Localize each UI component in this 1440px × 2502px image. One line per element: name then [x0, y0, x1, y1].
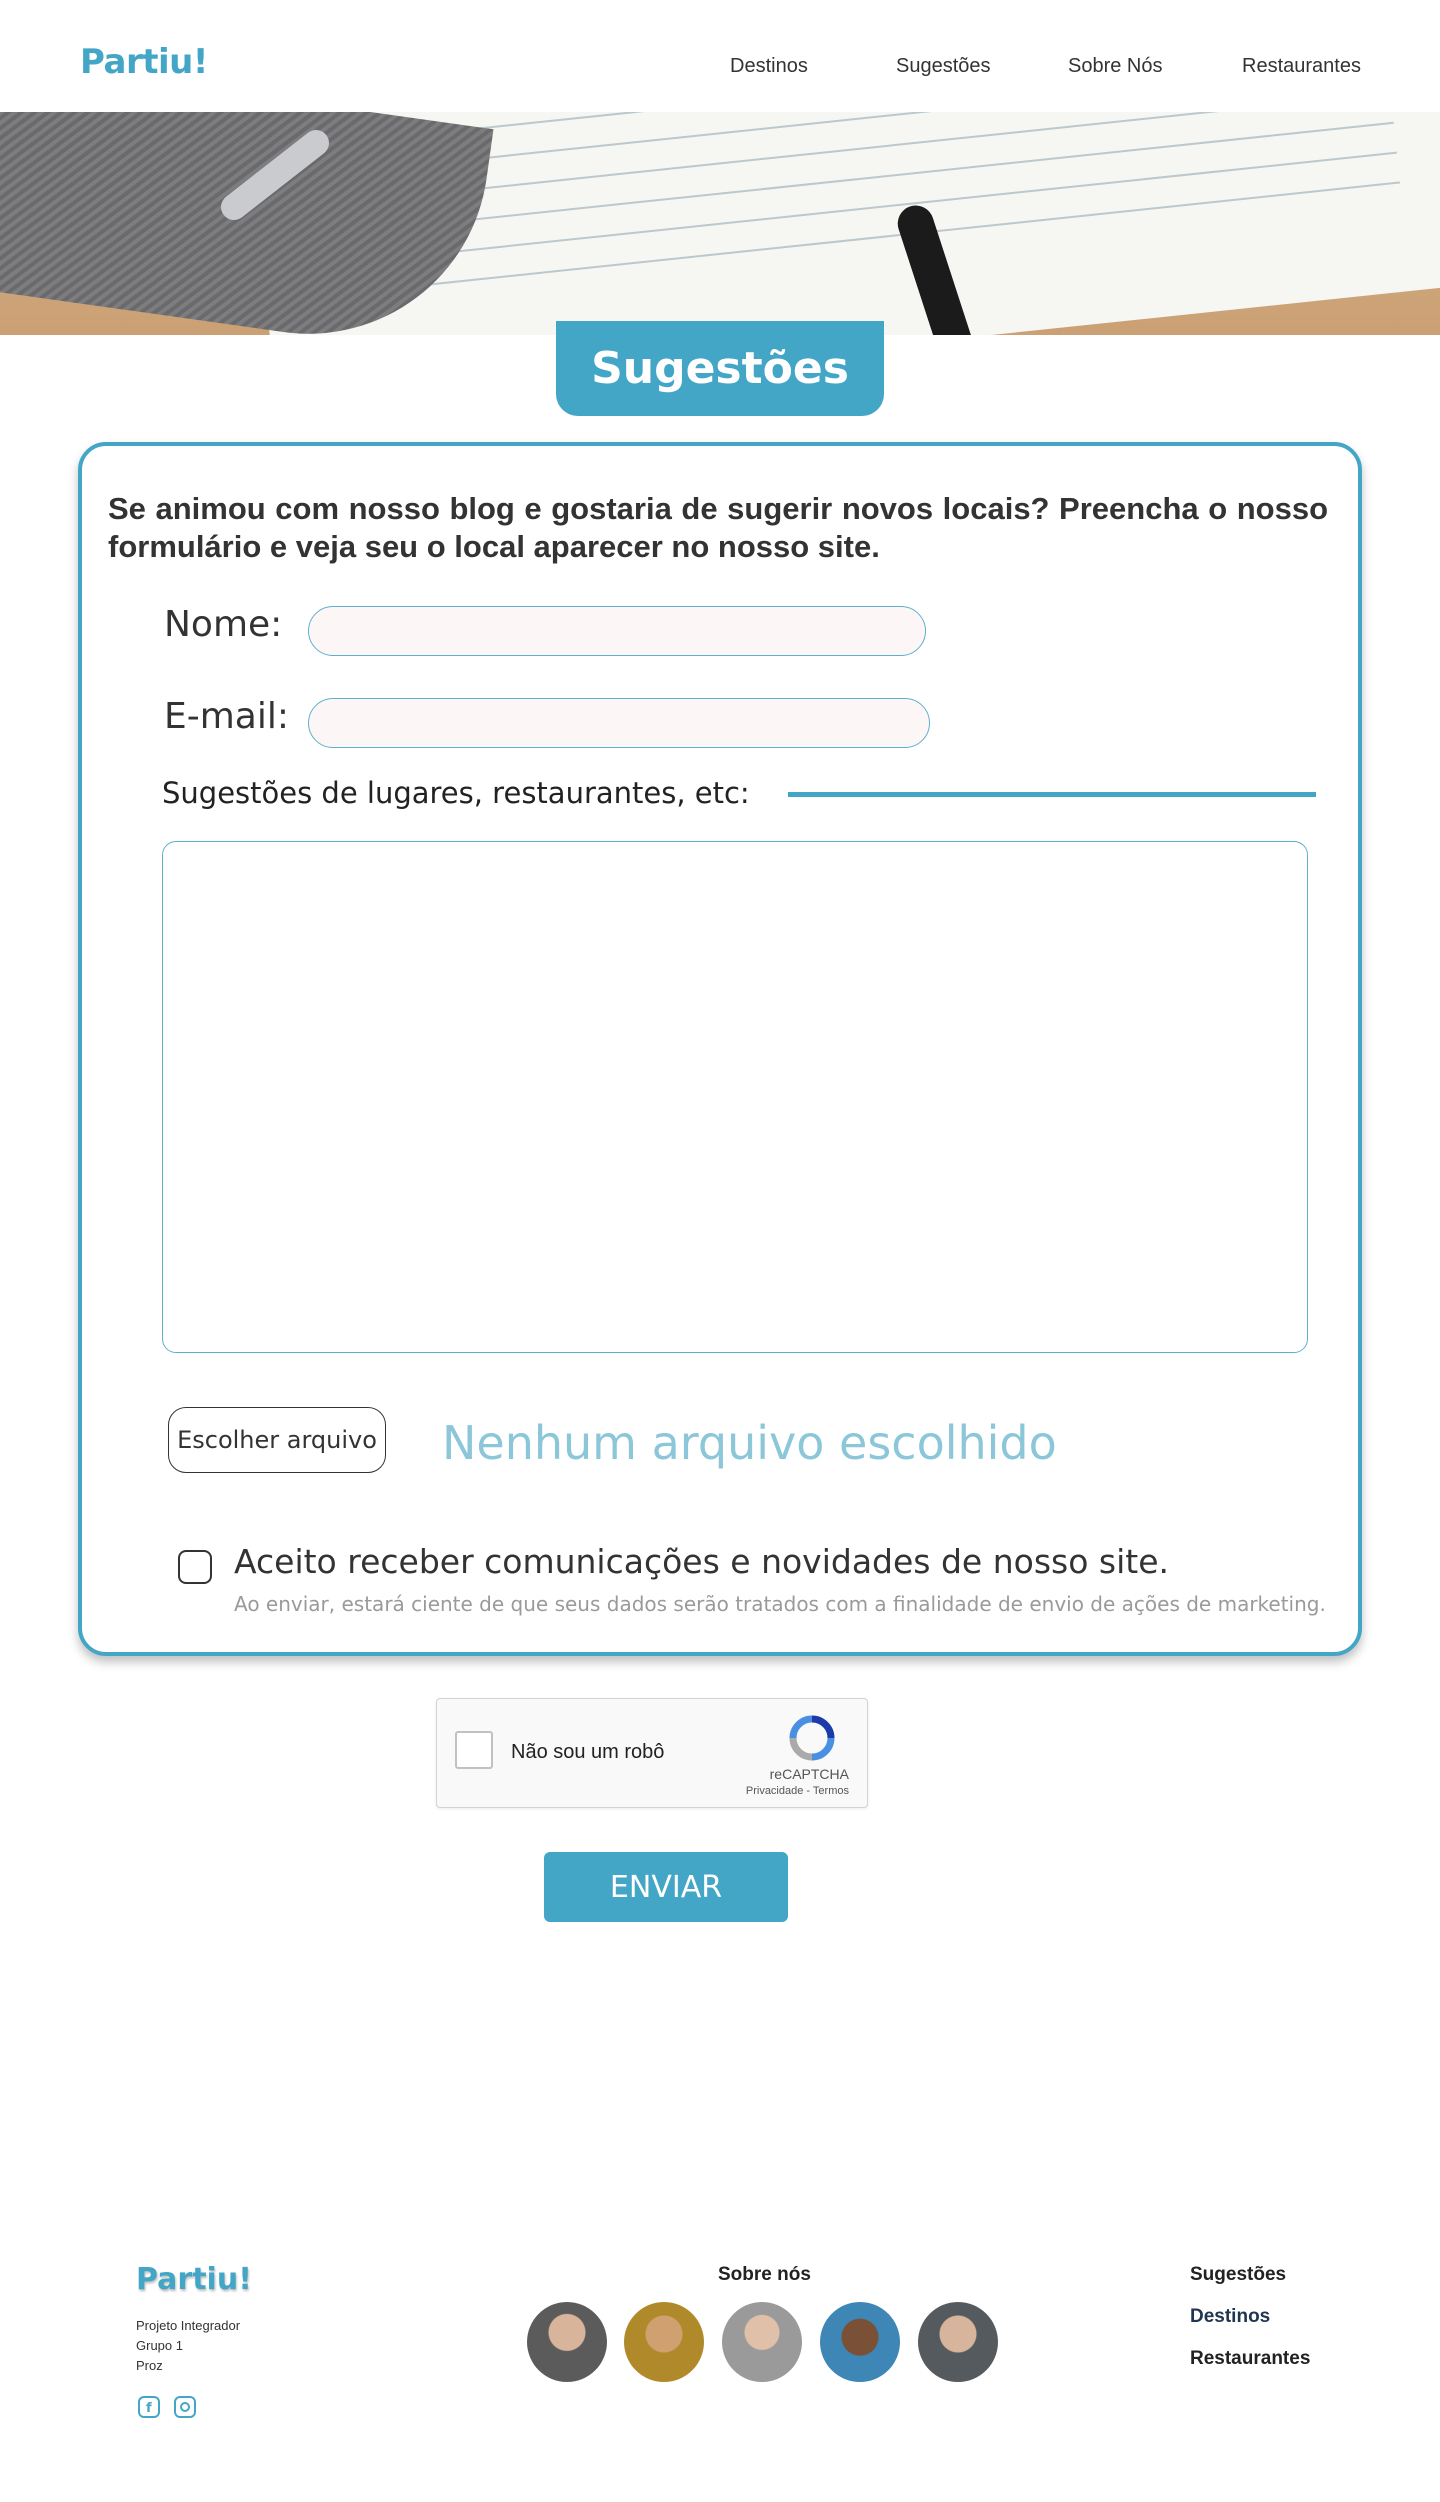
avatar[interactable] [722, 2302, 802, 2382]
avatar[interactable] [918, 2302, 998, 2382]
footer-meta-line: Proz [136, 2358, 163, 2373]
avatar[interactable] [820, 2302, 900, 2382]
recaptcha-widget: Não sou um robô reCAPTCHA Privacidade - … [436, 1698, 868, 1808]
suggestions-label: Sugestões de lugares, restaurantes, etc: [162, 776, 750, 810]
consent-label[interactable]: Aceito receber comunicações e novidades … [234, 1542, 1169, 1581]
nav-destinos[interactable]: Destinos [730, 55, 808, 78]
site-header: Partiu! Destinos Sugestões Sobre Nós Res… [0, 0, 1440, 112]
email-input[interactable] [308, 698, 930, 748]
footer-meta-line: Projeto Integrador [136, 2318, 241, 2333]
suggestion-form-card: Se animou com nosso blog e gostaria de s… [78, 442, 1362, 1656]
footer-link-sugestoes[interactable]: Sugestões [1190, 2264, 1286, 2286]
site-logo[interactable]: Partiu! [80, 42, 208, 82]
footer-meta-line: Grupo 1 [136, 2338, 183, 2353]
footer-link-restaurantes[interactable]: Restaurantes [1190, 2348, 1310, 2370]
facebook-icon[interactable]: f [138, 2396, 160, 2418]
recaptcha-checkbox[interactable] [455, 1731, 493, 1769]
page-title-tab: Sugestões [556, 321, 884, 416]
hero-banner-image [0, 112, 1440, 335]
suggestions-divider [788, 792, 1316, 797]
consent-note: Ao enviar, estará ciente de que seus dad… [234, 1592, 1326, 1616]
recaptcha-label: Não sou um robô [511, 1741, 665, 1763]
suggestions-textarea[interactable] [162, 841, 1308, 1353]
svg-text:f: f [146, 2401, 152, 2416]
nav-restaurantes[interactable]: Restaurantes [1242, 55, 1361, 78]
name-input[interactable] [308, 606, 926, 656]
avatar[interactable] [527, 2302, 607, 2382]
name-label: Nome: [164, 604, 283, 645]
email-label: E-mail: [164, 696, 289, 737]
consent-checkbox[interactable] [178, 1550, 212, 1584]
recaptcha-logo-icon [789, 1715, 835, 1761]
nav-sobre-nos[interactable]: Sobre Nós [1068, 55, 1163, 78]
nav-sugestoes[interactable]: Sugestões [896, 55, 991, 78]
instagram-icon[interactable] [174, 2396, 196, 2418]
footer-about-title: Sobre nós [718, 2264, 811, 2285]
footer-logo[interactable]: Partiu! [136, 2262, 252, 2297]
recaptcha-links[interactable]: Privacidade - Termos [746, 1785, 849, 1797]
submit-button[interactable]: ENVIAR [544, 1852, 788, 1922]
footer-link-destinos[interactable]: Destinos [1190, 2306, 1270, 2328]
form-intro-text: Se animou com nosso blog e gostaria de s… [108, 491, 1328, 564]
choose-file-button[interactable]: Escolher arquivo [168, 1407, 386, 1473]
avatar[interactable] [624, 2302, 704, 2382]
recaptcha-brand: reCAPTCHA [769, 1766, 849, 1782]
file-status-text: Nenhum arquivo escolhido [442, 1416, 1057, 1470]
page-title: Sugestões [591, 343, 849, 394]
